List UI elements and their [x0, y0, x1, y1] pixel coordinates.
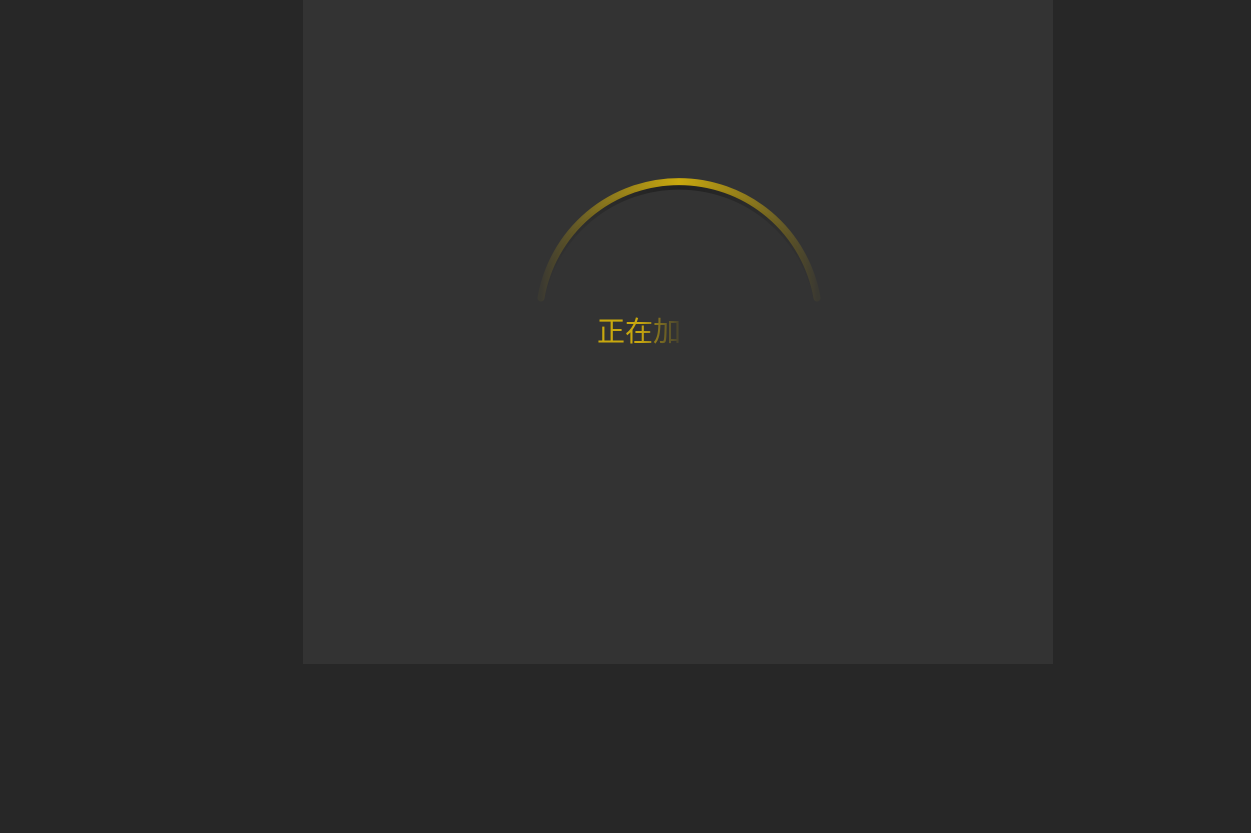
loading-panel: 正在加: [303, 0, 1053, 664]
loading-text: 正在加: [597, 315, 682, 348]
page: 正在加: [0, 0, 1251, 833]
